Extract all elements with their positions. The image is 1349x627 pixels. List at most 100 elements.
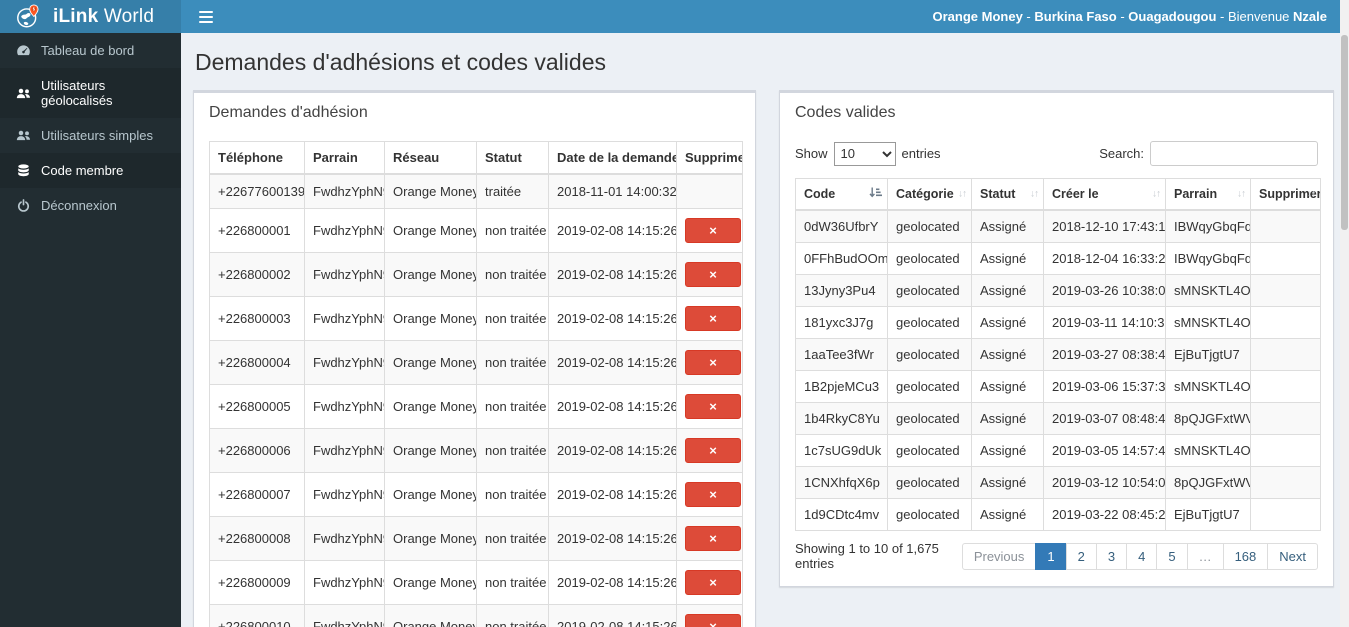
col-creer-le-sortable[interactable]: Créer le ↓↑ [1043, 178, 1166, 211]
scrollbar-thumb[interactable] [1341, 35, 1348, 230]
delete-cell: × [676, 208, 743, 253]
power-icon [15, 199, 31, 212]
entries-label: entries [901, 146, 941, 161]
status-cell: non traitée [476, 560, 549, 605]
table-row: 181yxc3J7g geolocated Assigné 2019-03-11… [795, 306, 1321, 339]
codes-panel: Codes valides Show 10 entries Search: Co… [779, 90, 1334, 587]
page-button-5[interactable]: 5 [1156, 542, 1188, 570]
category-cell: geolocated [887, 306, 972, 339]
search-label: Search: [1099, 146, 1144, 161]
table-row: 1B2pjeMCu3 geolocated Assigné 2019-03-06… [795, 370, 1321, 403]
parrain-cell: 8pQJGFxtWV [1165, 466, 1251, 499]
status-cell: non traitée [476, 252, 549, 297]
operator-name: Orange Money [932, 9, 1023, 24]
delete-cell [676, 173, 743, 209]
col-categorie-sortable[interactable]: Catégorie ↓↑ [887, 178, 972, 211]
sidebar-item-label: Utilisateurs géolocalisés [41, 78, 113, 108]
network-cell: Orange Money [384, 516, 477, 561]
created-cell: 2018-12-04 16:33:24 [1043, 242, 1166, 275]
delete-button[interactable]: × [685, 394, 741, 419]
col-supprimer-sortable[interactable]: Supprimer ↓↑ [1250, 178, 1321, 211]
delete-button[interactable]: × [685, 438, 741, 463]
delete-cell: × [676, 604, 743, 627]
delete-button[interactable]: × [685, 526, 741, 551]
page-button-4[interactable]: 4 [1126, 542, 1158, 570]
delete-cell [1250, 370, 1321, 403]
status-cell: Assigné [971, 402, 1044, 435]
sidebar-item-utilisateurs-simples[interactable]: Utilisateurs simples [0, 118, 181, 153]
delete-button[interactable]: × [685, 262, 741, 287]
x-icon: × [709, 619, 717, 627]
parrain-cell: FwdhzYphN9 [304, 384, 385, 429]
table-row: +226800010 FwdhzYphN9 Orange Money non t… [209, 604, 743, 627]
phone-cell: +226800003 [209, 296, 305, 341]
parrain-cell: FwdhzYphN9 [304, 604, 385, 627]
delete-cell [1250, 274, 1321, 307]
sort-icon: ↓↑ [1237, 188, 1246, 200]
delete-cell: × [676, 252, 743, 297]
delete-button[interactable]: × [685, 482, 741, 507]
page-length-select[interactable]: 10 [833, 141, 896, 166]
phone-cell: +226800009 [209, 560, 305, 605]
created-cell: 2018-12-10 17:43:11 [1043, 209, 1166, 243]
status-cell: non traitée [476, 384, 549, 429]
parrain-cell: FwdhzYphN9 [304, 208, 385, 253]
status-cell: non traitée [476, 296, 549, 341]
menu-icon [199, 10, 213, 13]
delete-cell: × [676, 472, 743, 517]
date-cell: 2019-02-08 14:15:26 [548, 604, 677, 627]
page-button-2[interactable]: 2 [1065, 542, 1097, 570]
col-code-sortable[interactable]: Code [795, 178, 888, 211]
sort-icon: ↓↑ [958, 188, 967, 200]
delete-button[interactable]: × [685, 614, 741, 627]
brand-logo[interactable]: $ iLink World [0, 0, 181, 33]
search-input[interactable] [1150, 141, 1318, 166]
delete-button[interactable]: × [685, 570, 741, 595]
parrain-cell: sMNSKTL4OR [1165, 274, 1251, 307]
next-page-button[interactable]: Next [1267, 542, 1318, 570]
table-row: 0FFhBudOOm geolocated Assigné 2018-12-04… [795, 242, 1321, 275]
parrain-cell: FwdhzYphN9 [304, 252, 385, 297]
delete-button[interactable]: × [685, 218, 741, 243]
sidebar-toggle-button[interactable] [194, 7, 218, 27]
col-parrain-sortable[interactable]: Parrain ↓↑ [1165, 178, 1251, 211]
phone-cell: +226800007 [209, 472, 305, 517]
status-cell: non traitée [476, 472, 549, 517]
delete-cell: × [676, 340, 743, 385]
brand-name: iLink World [53, 5, 155, 27]
page-button-1[interactable]: 1 [1035, 542, 1067, 570]
sidebar-item-utilisateurs-geolocalises[interactable]: Utilisateurs géolocalisés [0, 68, 181, 118]
page-button-3[interactable]: 3 [1095, 542, 1128, 570]
network-cell: Orange Money [384, 428, 477, 473]
x-icon: × [709, 443, 717, 458]
table-row: +226800007 FwdhzYphN9 Orange Money non t… [209, 472, 743, 517]
parrain-cell: EjBuTjgtU7 [1165, 338, 1251, 371]
delete-cell: × [676, 560, 743, 605]
phone-cell: +226800001 [209, 208, 305, 253]
created-cell: 2019-03-22 08:45:22 [1043, 498, 1166, 531]
created-cell: 2019-03-26 10:38:08 [1043, 274, 1166, 307]
navbar: Orange Money - Burkina Faso - Ouagadougo… [181, 0, 1349, 33]
parrain-cell: IBWqyGbqFd [1165, 209, 1251, 243]
status-cell: non traitée [476, 340, 549, 385]
page-button-168[interactable]: 168 [1222, 542, 1269, 570]
adhesions-panel-title: Demandes d'adhésion [209, 104, 368, 121]
vertical-scrollbar[interactable] [1340, 0, 1349, 627]
sidebar-item-code-membre[interactable]: Code membre [0, 153, 181, 188]
date-cell: 2019-02-08 14:15:26 [548, 428, 677, 473]
col-statut-sortable[interactable]: Statut ↓↑ [971, 178, 1044, 211]
table-row: +226800004 FwdhzYphN9 Orange Money non t… [209, 340, 743, 385]
x-icon: × [709, 223, 717, 238]
delete-button[interactable]: × [685, 350, 741, 375]
status-cell: non traitée [476, 208, 549, 253]
sidebar-item-deconnexion[interactable]: Déconnexion [0, 188, 181, 223]
previous-page-button[interactable]: Previous [961, 542, 1037, 570]
network-cell: Orange Money [384, 472, 477, 517]
parrain-cell: FwdhzYphN9 [304, 560, 385, 605]
delete-button[interactable]: × [685, 306, 741, 331]
country-name: Burkina Faso [1034, 9, 1117, 24]
sidebar-item-tableau-de-bord[interactable]: Tableau de bord [0, 33, 181, 68]
code-cell: 1b4RkyC8Yu [795, 402, 888, 435]
x-icon: × [709, 575, 717, 590]
status-cell: non traitée [476, 428, 549, 473]
